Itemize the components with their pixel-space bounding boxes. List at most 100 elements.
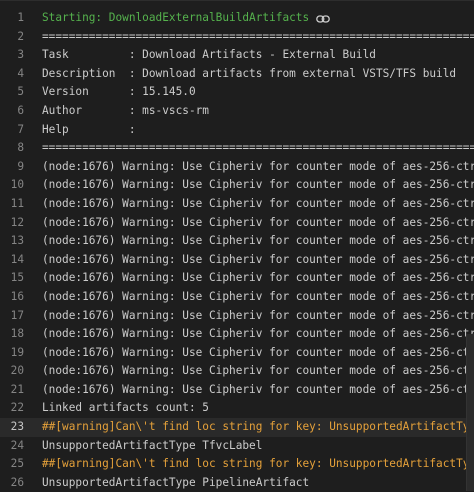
log-line-content: (node:1676) Warning: Use Cipheriv for co… bbox=[42, 252, 474, 266]
line-number[interactable]: 19 bbox=[0, 344, 24, 363]
log-line[interactable]: 19 (node:1676) Warning: Use Cipheriv for … bbox=[0, 344, 474, 363]
line-number[interactable]: 7 bbox=[0, 121, 24, 140]
log-line[interactable]: 17 (node:1676) Warning: Use Cipheriv for … bbox=[0, 307, 474, 326]
line-number[interactable]: 11 bbox=[0, 195, 24, 214]
line-number[interactable]: 26 bbox=[0, 474, 24, 492]
line-number[interactable]: 25 bbox=[0, 455, 24, 474]
line-number[interactable]: 6 bbox=[0, 102, 24, 121]
line-number[interactable]: 22 bbox=[0, 399, 24, 418]
log-line-content: Starting: DownloadExternalBuildArtifacts bbox=[42, 11, 310, 24]
log-line[interactable]: 7 Help : bbox=[0, 121, 474, 140]
log-line[interactable]: 1 Starting: DownloadExternalBuildArtifact… bbox=[0, 9, 474, 28]
log-line[interactable]: 4 Description : Download artifacts from e… bbox=[0, 65, 474, 84]
line-number[interactable]: 2 bbox=[0, 28, 24, 47]
line-number[interactable]: 17 bbox=[0, 307, 24, 326]
log-line[interactable]: 5 Version : 15.145.0 bbox=[0, 83, 474, 102]
log-text: (node:1676) Warning: Use Cipheriv for co… bbox=[42, 269, 474, 288]
line-number[interactable]: 12 bbox=[0, 214, 24, 233]
log-line[interactable]: 26 UnsupportedArtifactType PipelineArtifa… bbox=[0, 474, 474, 492]
log-text: UnsupportedArtifactType PipelineArtifact bbox=[42, 474, 474, 492]
log-line[interactable]: 20 (node:1676) Warning: Use Cipheriv for … bbox=[0, 362, 474, 381]
log-line-content: (node:1676) Warning: Use Cipheriv for co… bbox=[42, 215, 474, 229]
log-line-content: Help : bbox=[42, 122, 136, 136]
line-number[interactable]: 15 bbox=[0, 269, 24, 288]
log-line[interactable]: 23 ##[warning]Can\'t find loc string for … bbox=[0, 418, 474, 437]
log-line[interactable]: 21 (node:1676) Warning: Use Cipheriv for … bbox=[0, 381, 474, 400]
log-line[interactable]: 12 (node:1676) Warning: Use Cipheriv for … bbox=[0, 214, 474, 233]
scrollbar[interactable] bbox=[466, 334, 474, 491]
log-line-content: Version : 15.145.0 bbox=[42, 85, 196, 99]
line-number[interactable]: 4 bbox=[0, 65, 24, 84]
log-line[interactable]: 18 (node:1676) Warning: Use Cipheriv for … bbox=[0, 325, 474, 344]
log-text: (node:1676) Warning: Use Cipheriv for co… bbox=[42, 176, 474, 195]
log-line-content: Task : Download Artifacts - External Bui… bbox=[42, 48, 376, 62]
log-line[interactable]: 6 Author : ms-vscs-rm bbox=[0, 102, 474, 121]
log-line[interactable]: 8 =======================================… bbox=[0, 139, 474, 158]
log-line-content: ##[warning]Can\'t find loc string for ke… bbox=[42, 457, 474, 471]
log-line-content: ========================================… bbox=[42, 29, 474, 43]
log-line[interactable]: 14 (node:1676) Warning: Use Cipheriv for … bbox=[0, 251, 474, 270]
log-text: (node:1676) Warning: Use Cipheriv for co… bbox=[42, 288, 474, 307]
log-line[interactable]: 10 (node:1676) Warning: Use Cipheriv for … bbox=[0, 176, 474, 195]
log-line[interactable]: 24 UnsupportedArtifactType TfvcLabel bbox=[0, 437, 474, 456]
log-text: Task : Download Artifacts - External Bui… bbox=[42, 46, 474, 65]
line-number[interactable]: 3 bbox=[0, 46, 24, 65]
log-line-content: Linked artifacts count: 5 bbox=[42, 401, 209, 415]
warning-text: ##[warning]Can\'t find loc string for ke… bbox=[42, 418, 474, 437]
line-number[interactable]: 1 bbox=[0, 9, 24, 28]
line-number[interactable]: 14 bbox=[0, 251, 24, 270]
log-text: (node:1676) Warning: Use Cipheriv for co… bbox=[42, 232, 474, 251]
log-line-content: (node:1676) Warning: Use Cipheriv for co… bbox=[42, 364, 474, 378]
log-line[interactable]: 11 (node:1676) Warning: Use Cipheriv for … bbox=[0, 195, 474, 214]
log-line[interactable]: 3 Task : Download Artifacts - External Bu… bbox=[0, 46, 474, 65]
line-number[interactable]: 21 bbox=[0, 381, 24, 400]
log-line-content: (node:1676) Warning: Use Cipheriv for co… bbox=[42, 196, 474, 210]
line-number[interactable]: 18 bbox=[0, 325, 24, 344]
log-line-content: ========================================… bbox=[42, 141, 474, 155]
log-text: Author : ms-vscs-rm bbox=[42, 102, 474, 121]
log-line-content: (node:1676) Warning: Use Cipheriv for co… bbox=[42, 159, 474, 173]
line-number[interactable]: 16 bbox=[0, 288, 24, 307]
log-line-content: Description : Download artifacts from ex… bbox=[42, 66, 457, 80]
link-icon[interactable] bbox=[316, 12, 331, 23]
log-text: (node:1676) Warning: Use Cipheriv for co… bbox=[42, 362, 474, 381]
line-number[interactable]: 23 bbox=[0, 418, 24, 437]
section-title: Starting: DownloadExternalBuildArtifacts bbox=[42, 9, 474, 28]
log-line[interactable]: 25 ##[warning]Can\'t find loc string for … bbox=[0, 455, 474, 474]
log-text: (node:1676) Warning: Use Cipheriv for co… bbox=[42, 325, 474, 344]
log-text: (node:1676) Warning: Use Cipheriv for co… bbox=[42, 381, 474, 400]
log-line-content: (node:1676) Warning: Use Cipheriv for co… bbox=[42, 178, 474, 192]
log-text: UnsupportedArtifactType TfvcLabel bbox=[42, 437, 474, 456]
log-line-content: (node:1676) Warning: Use Cipheriv for co… bbox=[42, 345, 474, 359]
log-text: Version : 15.145.0 bbox=[42, 83, 474, 102]
log-line-content: (node:1676) Warning: Use Cipheriv for co… bbox=[42, 308, 474, 322]
log-line-content: (node:1676) Warning: Use Cipheriv for co… bbox=[42, 271, 474, 285]
line-number[interactable]: 13 bbox=[0, 232, 24, 251]
warning-text: ##[warning]Can\'t find loc string for ke… bbox=[42, 455, 474, 474]
log-text: (node:1676) Warning: Use Cipheriv for co… bbox=[42, 344, 474, 363]
line-number[interactable]: 20 bbox=[0, 362, 24, 381]
line-number[interactable]: 24 bbox=[0, 437, 24, 456]
log-line[interactable]: 16 (node:1676) Warning: Use Cipheriv for … bbox=[0, 288, 474, 307]
log-line-content: UnsupportedArtifactType TfvcLabel bbox=[42, 438, 263, 452]
log-top-edge bbox=[0, 0, 474, 9]
log-text: (node:1676) Warning: Use Cipheriv for co… bbox=[42, 195, 474, 214]
log-text: (node:1676) Warning: Use Cipheriv for co… bbox=[42, 158, 474, 177]
log-viewer[interactable]: 1 Starting: DownloadExternalBuildArtifact… bbox=[0, 9, 474, 492]
log-line-content: Author : ms-vscs-rm bbox=[42, 103, 209, 117]
log-line[interactable]: 9 (node:1676) Warning: Use Cipheriv for c… bbox=[0, 158, 474, 177]
log-text: ========================================… bbox=[42, 28, 474, 47]
line-number[interactable]: 9 bbox=[0, 158, 24, 177]
log-line[interactable]: 15 (node:1676) Warning: Use Cipheriv for … bbox=[0, 269, 474, 288]
log-text: Help : bbox=[42, 121, 474, 140]
log-line-content: UnsupportedArtifactType PipelineArtifact bbox=[42, 475, 310, 489]
log-line[interactable]: 2 =======================================… bbox=[0, 28, 474, 47]
line-number[interactable]: 8 bbox=[0, 139, 24, 158]
log-line[interactable]: 13 (node:1676) Warning: Use Cipheriv for … bbox=[0, 232, 474, 251]
log-line-content: (node:1676) Warning: Use Cipheriv for co… bbox=[42, 234, 474, 248]
line-number[interactable]: 10 bbox=[0, 176, 24, 195]
line-number[interactable]: 5 bbox=[0, 83, 24, 102]
log-text: (node:1676) Warning: Use Cipheriv for co… bbox=[42, 307, 474, 326]
log-line[interactable]: 22 Linked artifacts count: 5 bbox=[0, 399, 474, 418]
log-text: Linked artifacts count: 5 bbox=[42, 399, 474, 418]
